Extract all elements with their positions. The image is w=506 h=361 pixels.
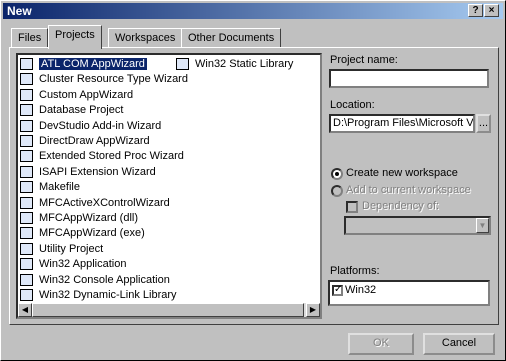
list-item[interactable]: Win32 Dynamic-Link Library: [19, 287, 177, 303]
project-icon: [20, 135, 33, 147]
location-input[interactable]: D:\Program Files\Microsoft Visu: [329, 114, 475, 133]
project-type-list[interactable]: Win32 Static Library Win32 Dynamic-Link L…: [16, 53, 322, 319]
project-icon: [176, 58, 189, 70]
list-item[interactable]: Cluster Resource Type Wizard: [19, 71, 188, 87]
list-item[interactable]: Custom AppWizard: [19, 87, 133, 103]
list-item[interactable]: ATL COM AppWizard: [19, 56, 147, 72]
project-icon: [20, 258, 33, 271]
project-name-input[interactable]: [329, 69, 489, 88]
list-item-label: ATL COM AppWizard: [39, 58, 147, 70]
scroll-thumb[interactable]: [32, 303, 304, 317]
checkmark-icon: ✓: [334, 284, 343, 295]
ok-button[interactable]: OK: [348, 333, 414, 355]
list-item-label: Extended Stored Proc Wizard: [39, 150, 184, 163]
list-item-label: DirectDraw AppWizard: [39, 135, 150, 147]
dialog-title: New: [7, 4, 32, 18]
project-icon: [20, 212, 33, 224]
list-item[interactable]: MFCAppWizard (dll): [19, 210, 138, 226]
project-icon: [20, 88, 33, 101]
help-button[interactable]: ?: [468, 4, 483, 17]
list-item-label: Win32 Static Library: [195, 58, 294, 70]
project-icon: [20, 150, 33, 163]
project-icon: [20, 58, 33, 70]
platforms-list[interactable]: ✓ Win32: [328, 280, 490, 306]
browse-button[interactable]: ...: [476, 114, 491, 133]
cancel-button[interactable]: Cancel: [423, 333, 495, 355]
project-icon: [20, 196, 33, 209]
project-icon: [20, 165, 33, 178]
list-item[interactable]: Win32 Static Library: [175, 56, 293, 72]
project-icon: [20, 227, 33, 240]
list-item[interactable]: Win32 Application: [19, 256, 126, 272]
list-item-label: Makefile: [39, 181, 80, 194]
list-item-label: Custom AppWizard: [39, 88, 134, 101]
location-label: Location:: [330, 99, 375, 111]
list-item[interactable]: DevStudio Add-in Wizard: [19, 118, 161, 134]
list-item-label: MFCAppWizard (dll): [39, 212, 139, 224]
list-item-label: Cluster Resource Type Wizard: [39, 73, 188, 86]
list-item-label: Database Project: [39, 104, 124, 117]
list-item-label: Utility Project: [39, 242, 104, 255]
project-icon: [20, 242, 33, 255]
title-bar: New ? ×: [3, 3, 503, 19]
list-item-label: Win32 Application: [39, 258, 127, 271]
project-name-label: Project name:: [330, 54, 398, 66]
platform-win32-label: Win32: [345, 284, 377, 296]
tab-projects[interactable]: Projects: [48, 25, 102, 49]
project-icon: [20, 181, 33, 194]
scroll-left-icon[interactable]: ◀: [18, 303, 32, 317]
new-dialog: New ? × Files Projects Workspaces Other …: [0, 0, 506, 361]
tab-other-documents[interactable]: Other Documents: [181, 28, 282, 48]
create-new-workspace-radio[interactable]: [331, 168, 343, 180]
list-item[interactable]: Extended Stored Proc Wizard: [19, 148, 184, 164]
list-item-label: Win32 Dynamic-Link Library: [39, 289, 177, 301]
platform-win32-checkbox[interactable]: ✓: [332, 284, 343, 296]
list-item[interactable]: ISAPI Extension Wizard: [19, 164, 156, 180]
dependency-checkbox[interactable]: [346, 201, 358, 213]
tab-workspaces[interactable]: Workspaces: [108, 28, 183, 48]
list-item-label: MFCAppWizard (exe): [39, 227, 145, 240]
list-item[interactable]: Database Project: [19, 102, 123, 118]
add-to-workspace-label: Add to current workspace: [346, 184, 471, 196]
list-item[interactable]: Win32 Console Application: [19, 272, 170, 288]
list-item-label: Win32 Console Application: [39, 273, 170, 286]
list-item-label: MFCActiveXControlWizard: [39, 196, 170, 209]
horizontal-scrollbar[interactable]: ◀ ▶: [18, 303, 320, 317]
project-icon: [20, 119, 33, 132]
create-new-workspace-label: Create new workspace: [346, 167, 458, 179]
add-to-workspace-radio[interactable]: [331, 185, 343, 197]
chevron-down-icon[interactable]: ▼: [476, 218, 489, 233]
project-icon: [20, 73, 33, 86]
platforms-label: Platforms:: [330, 265, 380, 277]
tab-files[interactable]: Files: [11, 28, 49, 48]
list-item[interactable]: MFCAppWizard (exe): [19, 225, 145, 241]
list-item[interactable]: MFCActiveXControlWizard: [19, 195, 170, 211]
list-item[interactable]: DirectDraw AppWizard: [19, 133, 150, 149]
scroll-right-icon[interactable]: ▶: [306, 303, 320, 317]
list-item-label: DevStudio Add-in Wizard: [39, 119, 162, 132]
project-icon: [20, 104, 33, 117]
list-item[interactable]: Utility Project: [19, 241, 103, 257]
dependency-dropdown[interactable]: ▼: [344, 216, 491, 235]
dependency-label: Dependency of:: [362, 200, 440, 212]
list-item-label: ISAPI Extension Wizard: [39, 165, 156, 178]
list-item[interactable]: Makefile: [19, 179, 80, 195]
project-icon: [20, 289, 33, 301]
close-button[interactable]: ×: [484, 4, 499, 17]
project-icon: [20, 273, 33, 286]
